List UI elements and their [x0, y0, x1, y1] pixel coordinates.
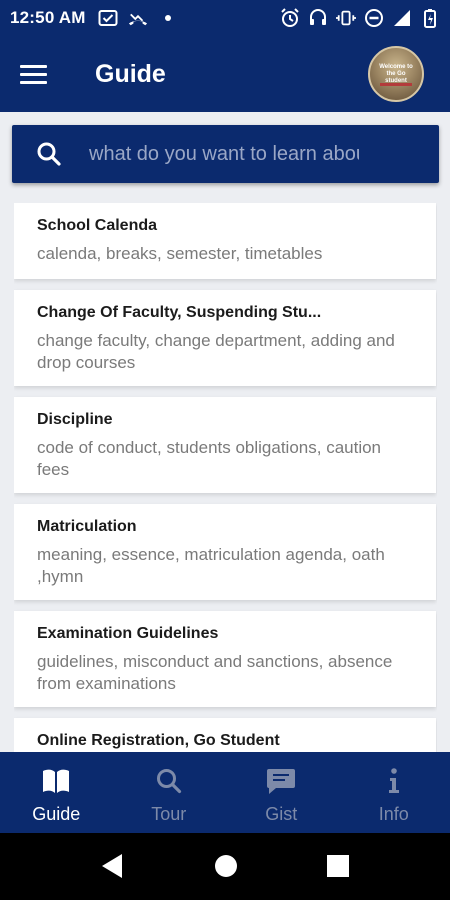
- list-item-title: Matriculation: [37, 518, 137, 535]
- nav-label: Guide: [32, 804, 81, 824]
- nav-item-guide[interactable]: Guide: [0, 752, 113, 833]
- guide-list[interactable]: School Calenda calenda, breaks, semester…: [14, 203, 437, 752]
- signal-icon: [392, 8, 412, 28]
- missed-call-icon: [128, 8, 148, 28]
- do-not-disturb-icon: [364, 8, 384, 28]
- dot-icon: [158, 8, 178, 28]
- recents-icon[interactable]: [325, 853, 351, 879]
- search-input[interactable]: [89, 134, 359, 174]
- app-bar: Guide Welcome to the Go student: [0, 36, 450, 112]
- nav-label: Info: [378, 804, 409, 824]
- system-nav-bar: [0, 833, 450, 900]
- list-item-title: Examination Guidelines: [37, 625, 219, 642]
- status-left-icons: [98, 8, 178, 28]
- status-time: 12:50 AM: [10, 8, 86, 27]
- back-icon[interactable]: [99, 853, 125, 879]
- list-item-subtitle: guidelines, misconduct and sanctions, ab…: [37, 652, 393, 693]
- book-icon: [41, 766, 71, 796]
- bottom-nav: Guide Tour Gist Info: [0, 752, 450, 833]
- list-item-title: Discipline: [37, 411, 113, 428]
- nav-item-tour[interactable]: Tour: [113, 752, 226, 833]
- list-item-subtitle: meaning, essence, matriculation agenda, …: [37, 545, 385, 586]
- page-title: Guide: [95, 59, 166, 88]
- list-item-title: Change Of Faculty, Suspending Stu...: [37, 304, 322, 321]
- status-bar: 12:50 AM: [0, 0, 450, 36]
- nav-item-gist[interactable]: Gist: [225, 752, 338, 833]
- search-icon: [154, 766, 184, 796]
- list-item[interactable]: Online Registration, Go Student: [14, 718, 436, 752]
- checkbox-icon: [98, 8, 118, 28]
- nav-label: Tour: [151, 804, 187, 824]
- status-right-icons: [280, 8, 440, 28]
- nav-item-info[interactable]: Info: [338, 752, 450, 833]
- list-item[interactable]: School Calenda calenda, breaks, semester…: [14, 203, 436, 279]
- list-item[interactable]: Change Of Faculty, Suspending Stu... cha…: [14, 290, 436, 386]
- search-icon: [37, 142, 61, 166]
- list-item[interactable]: Matriculation meaning, essence, matricul…: [14, 504, 436, 600]
- list-item-subtitle: calenda, breaks, semester, timetables: [37, 244, 323, 263]
- headset-icon: [308, 8, 328, 28]
- menu-button[interactable]: [20, 58, 52, 90]
- avatar[interactable]: Welcome to the Go student: [368, 46, 424, 102]
- chat-icon: [266, 766, 296, 796]
- list-item-subtitle: change faculty, change department, addin…: [37, 331, 395, 372]
- list-item-title: School Calenda: [37, 217, 158, 234]
- battery-icon: [420, 8, 440, 28]
- vibrate-icon: [336, 8, 356, 28]
- search-bar[interactable]: [12, 125, 439, 183]
- list-item-title: Online Registration, Go Student: [37, 732, 280, 749]
- list-item[interactable]: Discipline code of conduct, students obl…: [14, 397, 436, 493]
- home-icon[interactable]: [213, 853, 239, 879]
- list-item[interactable]: Examination Guidelines guidelines, misco…: [14, 611, 436, 707]
- info-icon: [379, 766, 409, 796]
- alarm-icon: [280, 8, 300, 28]
- nav-label: Gist: [265, 804, 298, 824]
- avatar-text: Welcome to the Go student: [379, 64, 413, 84]
- list-item-subtitle: code of conduct, students obligations, c…: [37, 438, 382, 479]
